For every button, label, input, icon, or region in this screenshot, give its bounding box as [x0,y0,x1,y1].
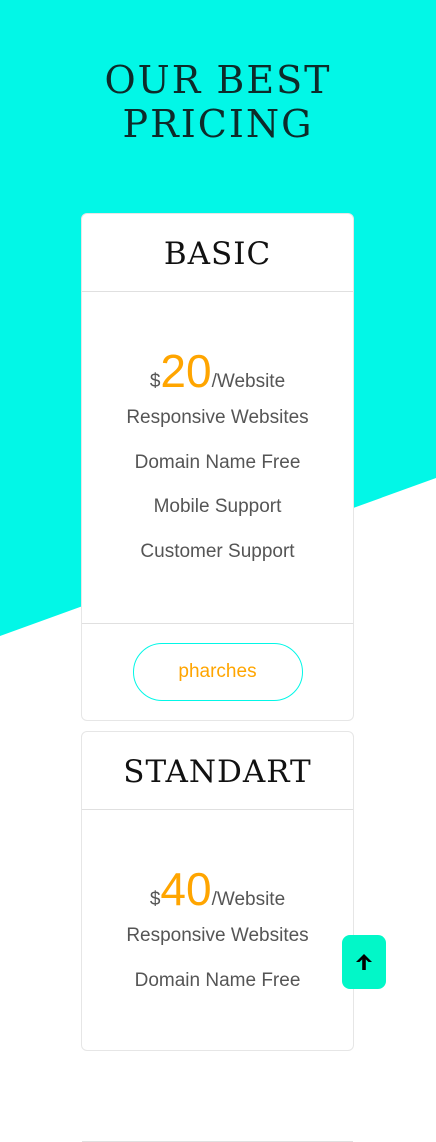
price: $ 20 /Website [82,346,353,396]
card-body: $ 20 /Website Responsive Websites Domain… [82,292,353,624]
plan-name: BASIC [82,214,353,292]
price-period: /Website [211,371,286,392]
pricing-card-standart: STANDART $ 40 /Website Responsive Websit… [81,731,354,1142]
section-title-line-2: PRICING [122,102,314,146]
section-title-line-1: OUR BEST [104,58,332,102]
feature-item: Domain Name Free [134,969,301,991]
feature-item: Customer Support [140,540,295,562]
card-body: $ 40 /Website Responsive Websites Domain… [82,810,353,1142]
scroll-to-top-button[interactable] [342,935,386,989]
price-currency: $ [149,371,161,392]
feature-item: Mobile Support [153,496,282,517]
price-amount: 20 [160,345,212,397]
price-currency: $ [149,889,161,910]
arrow-up-icon [356,954,372,970]
purchase-button[interactable]: pharches [132,643,303,701]
section-title: OUR BEST PRICING [0,58,436,146]
price: $ 40 /Website [82,864,353,914]
feature-item: Responsive Websites [126,407,309,428]
feature-item: Domain Name Free [134,451,301,473]
price-period: /Website [211,889,286,910]
feature-item: Responsive Websites [126,925,309,946]
feature-list: Responsive Websites Domain Name Free [82,914,353,1003]
pricing-card-basic: BASIC $ 20 /Website Responsive Websites … [81,213,354,721]
plan-name: STANDART [82,732,353,810]
price-amount: 40 [160,863,212,915]
feature-list: Responsive Websites Domain Name Free Mob… [82,396,353,574]
card-footer: pharches [82,624,353,720]
